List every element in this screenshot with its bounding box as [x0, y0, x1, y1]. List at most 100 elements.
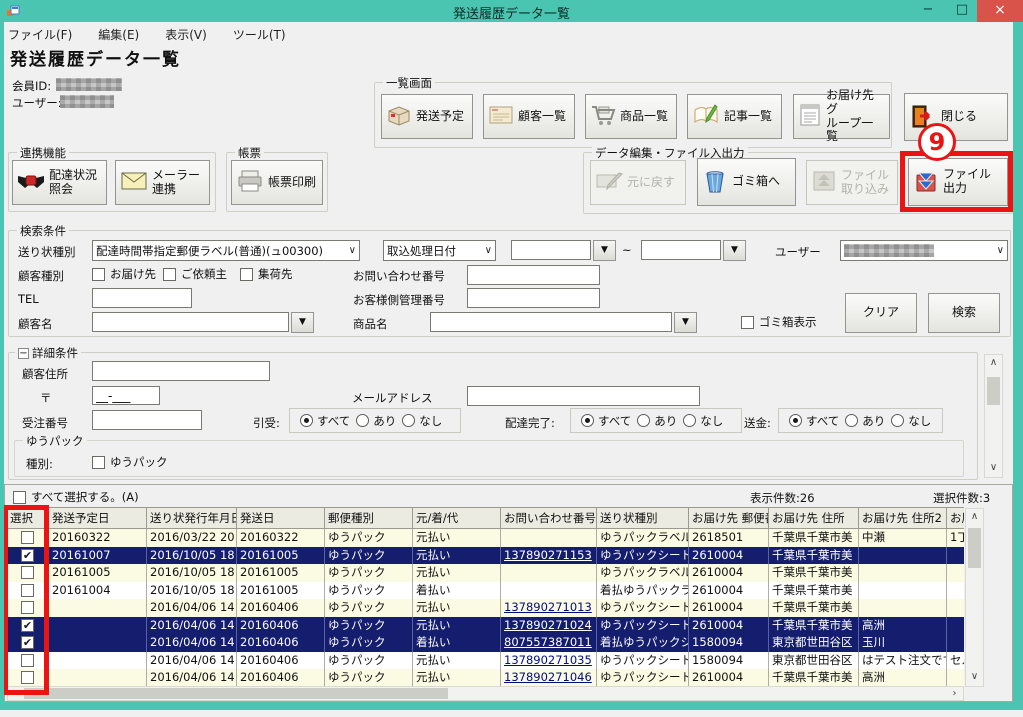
inquiry-number-link[interactable]: 137890271035 — [504, 653, 592, 667]
minimize-button[interactable]: − — [911, 0, 945, 22]
row-checkbox[interactable]: ✔ — [21, 636, 34, 649]
scroll-right-icon[interactable]: › — [946, 687, 963, 700]
radio-yes[interactable]: あり — [356, 413, 396, 429]
row-checkbox[interactable]: ✔ — [21, 619, 34, 632]
checkbox-client[interactable]: ご依頼主 — [163, 266, 227, 282]
row-checkbox[interactable] — [21, 531, 34, 544]
date-from-input[interactable] — [511, 240, 591, 260]
scroll-thumb[interactable] — [24, 688, 448, 699]
customer-name-dropdown-button[interactable]: ▼ — [291, 312, 314, 333]
order-number-input[interactable] — [92, 410, 202, 430]
scroll-thumb[interactable] — [968, 528, 981, 568]
column-header-2[interactable]: 送り状発行年月日 — [147, 508, 237, 528]
scroll-up-icon[interactable]: ∧ — [985, 355, 1002, 372]
column-header-10[interactable]: お届け先 住所2 — [859, 508, 947, 528]
row-checkbox[interactable] — [21, 584, 34, 597]
column-header-5[interactable]: 元/着/代 — [413, 508, 501, 528]
scroll-down-icon[interactable]: ∨ — [966, 669, 983, 686]
mailer-link-button[interactable]: メーラー 連携 — [115, 160, 210, 205]
delivery-status-button[interactable]: 配達状況 照会 — [12, 160, 107, 205]
column-header-11[interactable]: お届け先 — [947, 508, 964, 528]
maximize-button[interactable]: □ — [945, 0, 979, 22]
ship-schedule-button[interactable]: 発送予定 — [381, 94, 473, 139]
inquiry-number-link[interactable]: 137890271153 — [504, 548, 592, 562]
date-from-dropdown-button[interactable]: ▼ — [593, 240, 616, 261]
menu-item-2[interactable]: 表示(V) — [165, 26, 207, 43]
scroll-left-icon[interactable]: ‹ — [8, 687, 25, 700]
table-hscrollbar[interactable]: ‹ › — [7, 686, 964, 701]
search-button[interactable]: 検索 — [928, 293, 1000, 333]
scroll-up-icon[interactable]: ∧ — [966, 509, 983, 526]
radio-all[interactable]: すべて — [300, 413, 350, 429]
customer-name-input[interactable] — [92, 312, 289, 332]
date-to-dropdown-button[interactable]: ▼ — [723, 240, 746, 261]
user-filter-select[interactable]: ∨ — [840, 240, 1008, 261]
table-row-8[interactable]: 2016/04/06 14:420160406ゆうパック元払い137890271… — [7, 669, 964, 686]
checkbox-show-trash[interactable]: ゴミ箱表示 — [741, 314, 817, 330]
invoice-type-select[interactable]: 配達時間帯指定郵便ラベル(普通)(ュ00300)∨ — [92, 240, 360, 261]
tel-input[interactable] — [92, 288, 192, 308]
inquiry-number-link[interactable]: 137890271013 — [504, 600, 592, 614]
product-name-dropdown-button[interactable]: ▼ — [674, 312, 697, 333]
email-input[interactable] — [467, 386, 700, 406]
column-header-9[interactable]: お届け先 住所 — [769, 508, 859, 528]
delivery-groups-list-button[interactable]: お届け先グ ループ一覧 — [793, 94, 890, 139]
checkbox-pickup-site[interactable]: 集荷先 — [240, 266, 293, 282]
articles-list-button[interactable]: 記事一覧 — [687, 94, 782, 139]
inquiry-number-link[interactable]: 137890271024 — [504, 618, 592, 632]
collapse-icon[interactable]: − — [18, 348, 29, 359]
table-row-0[interactable]: 201603222016/03/22 20:320160322ゆうパック元払いゆ… — [7, 529, 964, 547]
inquiry-number-link[interactable]: 137890271046 — [504, 670, 592, 684]
select-all-checkbox[interactable]: すべて選択する。(A) — [13, 489, 139, 505]
radio-no[interactable]: なし — [891, 413, 931, 429]
undo-button[interactable]: 元に戻す — [590, 160, 686, 205]
file-import-button[interactable]: ファイル 取り込み — [806, 160, 898, 205]
table-row-1[interactable]: ✔201610072016/10/05 18:120161005ゆうパック元払い… — [7, 547, 964, 565]
column-header-3[interactable]: 発送日 — [237, 508, 325, 528]
column-header-8[interactable]: お届け先 郵便番 — [689, 508, 769, 528]
date-to-input[interactable] — [641, 240, 721, 260]
row-checkbox[interactable] — [21, 566, 34, 579]
file-export-button[interactable]: ファイル 出力 — [908, 158, 1008, 206]
scroll-down-icon[interactable]: ∨ — [985, 460, 1002, 477]
menu-item-0[interactable]: ファイル(F) — [8, 26, 72, 43]
row-checkbox[interactable] — [21, 671, 34, 684]
menu-item-3[interactable]: ツール(T) — [233, 26, 286, 43]
clear-button[interactable]: クリア — [845, 293, 917, 333]
detail-scrollbar[interactable]: ∧ ∨ — [984, 354, 1003, 478]
table-row-3[interactable]: 201610042016/10/05 18:020161005ゆうパック着払い着… — [7, 582, 964, 600]
print-report-button[interactable]: 帳票印刷 — [231, 160, 323, 205]
trash-button[interactable]: ゴミ箱へ — [697, 158, 796, 206]
products-list-button[interactable]: 商品一覧 — [585, 94, 677, 139]
table-vscrollbar[interactable]: ∧ ∨ — [965, 508, 984, 687]
checkbox-yupack[interactable]: ゆうパック — [92, 454, 168, 470]
close-window-button[interactable]: × — [977, 0, 1023, 22]
column-header-6[interactable]: お問い合わせ番号 — [501, 508, 597, 528]
postal-input[interactable] — [92, 386, 160, 405]
customer-mgmt-number-input[interactable] — [467, 288, 600, 308]
date-filter-select[interactable]: 取込処理日付∨ — [383, 240, 496, 261]
column-header-0[interactable]: 選択 — [7, 508, 49, 528]
table-row-4[interactable]: 2016/04/06 14:420160406ゆうパック元払い137890271… — [7, 599, 964, 617]
customer-address-input[interactable] — [92, 361, 270, 381]
radio-no[interactable]: なし — [683, 413, 723, 429]
checkbox-delivery-to[interactable]: お届け先 — [92, 266, 156, 282]
column-header-1[interactable]: 発送予定日 — [49, 508, 147, 528]
scroll-thumb[interactable] — [987, 377, 1000, 405]
radio-all[interactable]: すべて — [789, 413, 839, 429]
radio-yes[interactable]: あり — [845, 413, 885, 429]
table-row-6[interactable]: ✔2016/04/06 14:420160406ゆうパック着払い80755738… — [7, 634, 964, 652]
radio-all[interactable]: すべて — [581, 413, 631, 429]
radio-yes[interactable]: あり — [637, 413, 677, 429]
product-name-input[interactable] — [430, 312, 672, 332]
menu-item-1[interactable]: 編集(E) — [98, 26, 139, 43]
table-row-7[interactable]: 2016/04/06 14:420160406ゆうパック元払い137890271… — [7, 652, 964, 670]
row-checkbox[interactable]: ✔ — [21, 549, 34, 562]
row-checkbox[interactable] — [21, 654, 34, 667]
column-header-7[interactable]: 送り状種別 — [597, 508, 689, 528]
customers-list-button[interactable]: 顧客一覧 — [483, 94, 575, 139]
inquiry-number-input[interactable] — [467, 265, 600, 285]
inquiry-number-link[interactable]: 807557387011 — [504, 635, 592, 649]
table-row-2[interactable]: 201610052016/10/05 18:120161005ゆうパック元払いゆ… — [7, 564, 964, 582]
row-checkbox[interactable] — [21, 601, 34, 614]
